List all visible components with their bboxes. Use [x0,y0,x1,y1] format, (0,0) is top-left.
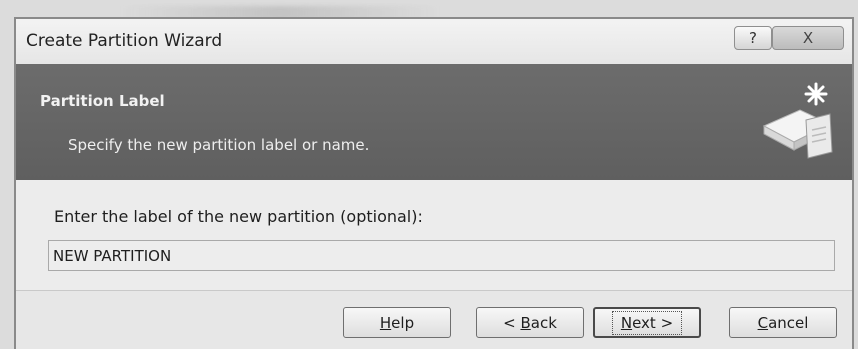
window-title: Create Partition Wizard [26,31,223,51]
next-button[interactable]: Next > [593,307,701,338]
next-label: ext > [632,313,674,332]
wizard-window: Create Partition Wizard ? X Partition La… [14,17,854,349]
back-button[interactable]: < Back [476,307,584,338]
cancel-mnemonic: C [757,313,769,332]
cancel-button[interactable]: Cancel [729,307,837,338]
back-mnemonic: B [520,313,531,332]
sparkle-icon [804,82,828,106]
close-icon: X [802,29,814,47]
title-help-button[interactable]: ? [734,26,772,50]
title-bar: Create Partition Wizard ? X [16,19,852,64]
page-title: Partition Label [40,92,165,110]
wizard-header: Partition Label Specify the new partitio… [16,64,852,180]
page-subtitle: Specify the new partition label or name. [68,136,370,154]
next-mnemonic: N [620,313,633,332]
help-label: elp [391,313,415,332]
button-bar: Help < Back Next > Cancel [16,291,852,349]
next-focus-ring: Next > [611,310,683,335]
back-label: ack [530,313,557,332]
help-mnemonic: H [379,313,392,332]
partition-label-caption: Enter the label of the new partition (op… [54,207,423,226]
help-icon: ? [749,29,757,47]
disk-partition-wizard-icon [762,82,833,159]
cancel-label: ancel [768,313,809,332]
back-prefix: < [503,313,521,332]
wizard-content: Enter the label of the new partition (op… [16,180,852,290]
partition-label-input[interactable] [48,240,835,271]
help-button[interactable]: Help [343,307,451,338]
close-button[interactable]: X [772,26,844,50]
